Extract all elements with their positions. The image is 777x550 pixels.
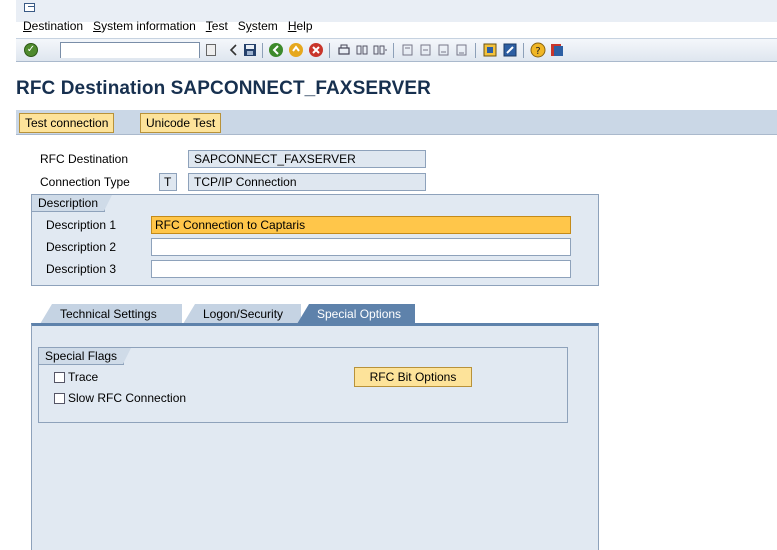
connection-type-label: Connection Type (40, 175, 130, 189)
rfc-destination-label: RFC Destination (40, 152, 129, 166)
description-3-label: Description 3 (46, 262, 117, 276)
trace-label: Trace (68, 370, 99, 384)
menu-corner-icon[interactable] (24, 3, 35, 12)
description-1-input[interactable]: RFC Connection to Captaris (151, 216, 571, 234)
connection-type-field[interactable]: TCP/IP Connection (188, 173, 426, 191)
menu-destination[interactable]: Destination (23, 19, 83, 33)
description-2-input[interactable] (151, 238, 571, 256)
create-session-icon[interactable] (482, 42, 498, 58)
tab-logon-security[interactable]: Logon/Security (183, 304, 301, 324)
print-icon[interactable] (336, 42, 352, 58)
back-icon[interactable] (268, 42, 284, 58)
special-flags-title: Special Flags (39, 348, 132, 365)
menu-system-information[interactable]: System information (93, 19, 196, 33)
trace-checkbox[interactable] (54, 372, 65, 383)
slow-rfc-label: Slow RFC Connection (68, 391, 187, 405)
description-group: Description Description 1 RFC Connection… (31, 194, 599, 286)
tab-content-special-options: Special Flags Trace Slow RFC Connection … (31, 323, 599, 550)
standard-toolbar: ✓ ? (16, 38, 777, 62)
description-2-label: Description 2 (46, 240, 117, 254)
page-title: RFC Destination SAPCONNECT_FAXSERVER (16, 78, 431, 99)
command-history-icon[interactable] (206, 44, 216, 56)
description-group-title: Description (32, 195, 113, 212)
connection-type-code[interactable]: T (159, 173, 177, 191)
menu-help[interactable]: Help (288, 19, 313, 33)
first-page-icon[interactable] (400, 42, 416, 58)
find-next-icon[interactable] (372, 42, 388, 58)
back-arrow-small-icon[interactable] (226, 42, 242, 58)
help-icon[interactable]: ? (530, 42, 546, 58)
test-connection-button[interactable]: Test connection (19, 113, 115, 133)
menu-test[interactable]: Test (206, 19, 228, 33)
rfc-bit-options-button[interactable]: RFC Bit Options (354, 367, 472, 387)
menu-items: Destination System information Test Syst… (23, 19, 313, 33)
command-input[interactable] (61, 44, 199, 58)
description-3-input[interactable] (151, 260, 571, 278)
save-icon[interactable] (242, 42, 258, 58)
menu-system[interactable]: System (238, 19, 278, 33)
svg-text:?: ? (535, 46, 540, 57)
exit-icon[interactable] (288, 42, 304, 58)
find-icon[interactable] (354, 42, 370, 58)
shortcut-icon[interactable] (502, 42, 518, 58)
cancel-icon[interactable] (308, 42, 324, 58)
layout-menu-icon[interactable] (549, 42, 565, 58)
tab-special-options[interactable]: Special Options (297, 304, 415, 324)
enter-check-icon[interactable]: ✓ (24, 43, 38, 57)
special-flags-group: Special Flags Trace Slow RFC Connection … (38, 347, 568, 423)
description-1-label: Description 1 (46, 218, 117, 232)
rfc-destination-field[interactable]: SAPCONNECT_FAXSERVER (188, 150, 426, 168)
last-page-icon[interactable] (454, 42, 470, 58)
unicode-test-button[interactable]: Unicode Test (140, 113, 222, 133)
slow-rfc-checkbox[interactable] (54, 393, 65, 404)
next-page-icon[interactable] (436, 42, 452, 58)
tab-technical-settings[interactable]: Technical Settings (40, 304, 182, 324)
command-field[interactable] (60, 42, 200, 58)
previous-page-icon[interactable] (418, 42, 434, 58)
application-toolbar: Test connection Unicode Test (16, 110, 777, 135)
